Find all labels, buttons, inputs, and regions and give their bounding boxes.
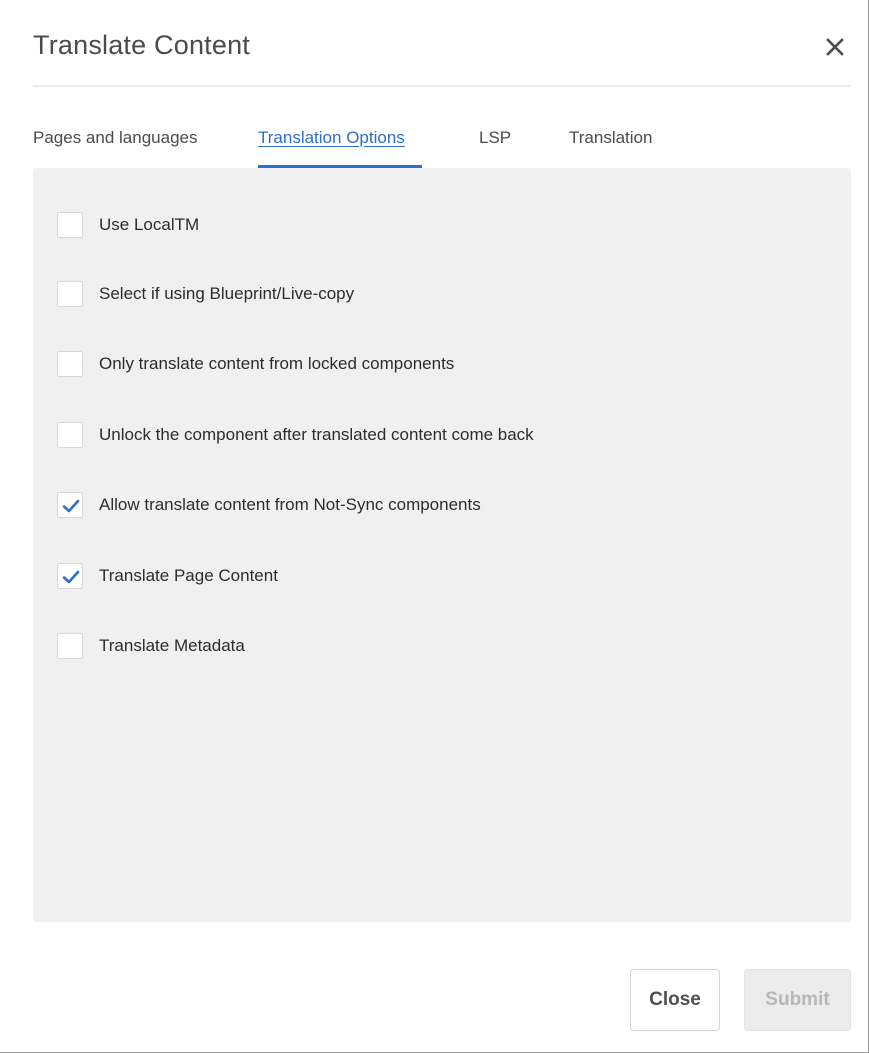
option-blueprint-live-copy[interactable]: Select if using Blueprint/Live-copy bbox=[57, 279, 354, 309]
unlock-component-checkbox[interactable] bbox=[57, 422, 83, 448]
tab-bar: Pages and languages Translation Options … bbox=[33, 128, 851, 172]
close-button[interactable]: Close bbox=[630, 969, 720, 1031]
locked-components-checkbox[interactable] bbox=[57, 351, 83, 377]
translation-options-panel: Use LocalTM Select if using Blueprint/Li… bbox=[33, 168, 851, 922]
not-sync-components-checkbox[interactable] bbox=[57, 492, 83, 518]
option-not-sync-components[interactable]: Allow translate content from Not-Sync co… bbox=[57, 490, 481, 520]
option-label: Translate Metadata bbox=[99, 636, 245, 655]
option-translate-page-content[interactable]: Translate Page Content bbox=[57, 561, 278, 591]
option-locked-components[interactable]: Only translate content from locked compo… bbox=[57, 349, 454, 379]
title-divider bbox=[33, 85, 851, 87]
option-label: Allow translate content from Not-Sync co… bbox=[99, 495, 481, 514]
option-translate-metadata[interactable]: Translate Metadata bbox=[57, 631, 245, 661]
option-label: Only translate content from locked compo… bbox=[99, 354, 455, 373]
option-use-localtm[interactable]: Use LocalTM bbox=[57, 210, 199, 240]
tab-translation[interactable]: Translation bbox=[569, 128, 652, 148]
option-label: Unlock the component after translated co… bbox=[99, 425, 534, 444]
checkmark-icon bbox=[62, 499, 80, 513]
option-label: Select if using Blueprint/Live-copy bbox=[99, 284, 355, 303]
close-icon[interactable] bbox=[822, 34, 848, 60]
translate-metadata-checkbox[interactable] bbox=[57, 633, 83, 659]
tab-pages-and-languages[interactable]: Pages and languages bbox=[33, 128, 197, 148]
tab-translation-options[interactable]: Translation Options bbox=[258, 128, 405, 148]
dialog-title: Translate Content bbox=[33, 30, 251, 60]
option-unlock-component[interactable]: Unlock the component after translated co… bbox=[57, 420, 534, 450]
checkmark-icon bbox=[62, 570, 80, 584]
submit-button[interactable]: Submit bbox=[744, 969, 851, 1031]
use-localtm-checkbox[interactable] bbox=[57, 212, 83, 238]
option-label: Translate Page Content bbox=[99, 566, 278, 585]
blueprint-live-copy-checkbox[interactable] bbox=[57, 281, 83, 307]
translate-page-content-checkbox[interactable] bbox=[57, 563, 83, 589]
option-label: Use LocalTM bbox=[99, 215, 200, 234]
tab-lsp[interactable]: LSP bbox=[479, 128, 511, 148]
translate-content-dialog: Translate Content Pages and languages Tr… bbox=[0, 0, 869, 1053]
